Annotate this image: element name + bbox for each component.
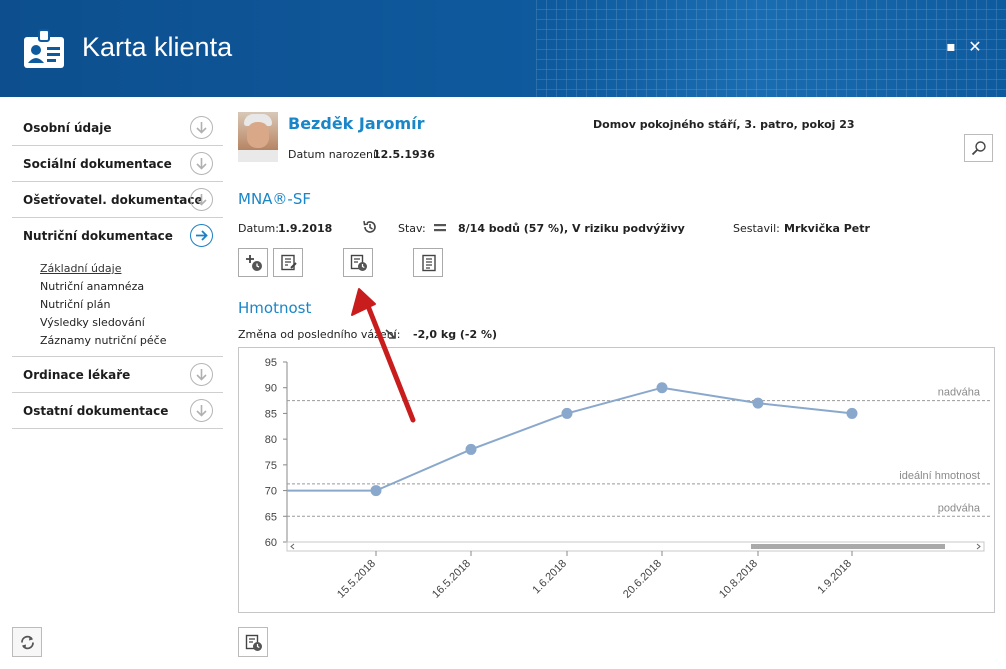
app-window: Karta klienta ▪ ✕ Osobní údaje Sociální … bbox=[0, 0, 1006, 669]
y-tick-label: 80 bbox=[265, 434, 277, 446]
weight-history-button[interactable] bbox=[238, 627, 268, 657]
history-record-button[interactable] bbox=[343, 248, 373, 277]
trend-down-icon bbox=[385, 329, 396, 339]
add-history-icon bbox=[246, 255, 262, 271]
close-button[interactable]: ✕ bbox=[968, 39, 982, 55]
sidebar-item-label: Ostatní dokumentace bbox=[23, 404, 169, 418]
weight-change-value: -2,0 kg (-2 %) bbox=[413, 328, 498, 341]
patient-location: Domov pokojného stáří, 3. patro, pokoj 2… bbox=[593, 118, 855, 131]
weight-chart-svg: 95 90 85 80 75 70 65 60 nadváha ideální hmotnost… bbox=[265, 357, 992, 601]
y-tick-label: 85 bbox=[265, 408, 277, 420]
x-tick-label: 15.5.2018 bbox=[335, 558, 378, 601]
weight-section-title: Hmotnost bbox=[238, 299, 312, 317]
arrow-down-circle-icon[interactable] bbox=[190, 363, 213, 386]
dob-label: Datum narození: bbox=[288, 148, 380, 161]
submenu-item-zakladni-udaje[interactable]: Základní údaje bbox=[40, 260, 223, 278]
sidebar-item-ostatni-dokumentace[interactable]: Ostatní dokumentace bbox=[12, 393, 223, 429]
submenu-item-nutricni-plan[interactable]: Nutriční plán bbox=[40, 296, 223, 314]
sidebar-item-label: Ošetřovatel. dokumentace bbox=[23, 193, 203, 207]
document-history-icon bbox=[245, 634, 262, 651]
nutrition-submenu: Základní údaje Nutriční anamnéza Nutričn… bbox=[12, 254, 223, 357]
x-tick-label: 1.9.2018 bbox=[815, 558, 854, 597]
mna-author-value: Mrkvička Petr bbox=[784, 222, 870, 235]
x-tick-label: 16.5.2018 bbox=[430, 558, 473, 601]
sidebar-item-label: Ordinace lékaře bbox=[23, 368, 131, 382]
sidebar-item-label: Nutriční dokumentace bbox=[23, 229, 173, 243]
y-tick-label: 95 bbox=[265, 357, 277, 369]
edit-document-icon bbox=[281, 254, 297, 271]
x-tick-label: 20.6.2018 bbox=[621, 558, 664, 601]
add-record-button[interactable] bbox=[238, 248, 268, 277]
sidebar-item-socialni-dokumentace[interactable]: Sociální dokumentace bbox=[12, 146, 223, 182]
mna-date-value: 1.9.2018 bbox=[278, 222, 333, 235]
search-icon bbox=[971, 141, 986, 156]
weight-chart: 95 90 85 80 75 70 65 60 nadváha ideální hmotnost… bbox=[238, 347, 995, 613]
reference-line-label: ideální hmotnost bbox=[899, 470, 980, 482]
arrow-down-circle-icon[interactable] bbox=[190, 152, 213, 175]
submenu-item-nutricni-anamneza[interactable]: Nutriční anamnéza bbox=[40, 278, 223, 296]
y-tick-label: 75 bbox=[265, 460, 277, 472]
maximize-button[interactable]: ▪ bbox=[944, 40, 958, 54]
mna-author-label: Sestavil: bbox=[733, 222, 780, 235]
dob-value: 12.5.1936 bbox=[373, 148, 435, 161]
edit-record-button[interactable] bbox=[273, 248, 303, 277]
patient-name: Bezděk Jaromír bbox=[288, 114, 425, 133]
sidebar-item-label: Osobní údaje bbox=[23, 121, 112, 135]
y-tick-label: 70 bbox=[265, 486, 277, 498]
chart-scrollbar-thumb bbox=[751, 544, 945, 549]
reference-line-label: nadváha bbox=[938, 387, 981, 399]
refresh-icon bbox=[21, 635, 34, 650]
sidebar-item-nutricni-dokumentace[interactable]: Nutriční dokumentace bbox=[12, 218, 223, 254]
mna-section-title: MNA®-SF bbox=[238, 190, 311, 208]
y-tick-label: 60 bbox=[265, 537, 277, 549]
x-tick-label: 1.6.2018 bbox=[530, 558, 569, 597]
weight-point bbox=[465, 443, 477, 455]
sidebar: Osobní údaje Sociální dokumentace Ošetřo… bbox=[12, 110, 223, 429]
search-button[interactable] bbox=[964, 134, 993, 162]
sidebar-item-label: Sociální dokumentace bbox=[23, 157, 172, 171]
window-title: Karta klienta bbox=[82, 32, 233, 62]
header-pattern bbox=[536, 0, 1006, 97]
sidebar-item-osobni-udaje[interactable]: Osobní údaje bbox=[12, 110, 223, 146]
y-tick-label: 65 bbox=[265, 511, 277, 523]
document-history-icon bbox=[350, 254, 367, 271]
reference-line-label: podváha bbox=[938, 502, 981, 514]
sidebar-item-osetrovatel-dokumentace[interactable]: Ošetřovatel. dokumentace bbox=[12, 182, 223, 218]
weight-point bbox=[656, 382, 668, 394]
arrow-down-circle-icon[interactable] bbox=[190, 399, 213, 422]
print-record-button[interactable] bbox=[413, 248, 443, 277]
mna-status-label: Stav: bbox=[398, 222, 426, 235]
weight-point bbox=[370, 485, 382, 497]
refresh-button[interactable] bbox=[12, 627, 42, 657]
weight-change-label: Změna od posledního vážení: bbox=[238, 328, 401, 341]
header-bar: Karta klienta ▪ ✕ bbox=[0, 0, 1006, 97]
weight-point bbox=[752, 397, 764, 409]
sidebar-item-ordinace-lekare[interactable]: Ordinace lékaře bbox=[12, 357, 223, 393]
weight-point bbox=[846, 407, 858, 419]
weight-series-line bbox=[287, 386, 853, 492]
mna-status-value: 8/14 bodů (57 %), V riziku podvýživy bbox=[458, 222, 685, 235]
history-icon[interactable] bbox=[362, 219, 378, 235]
arrow-down-circle-icon[interactable] bbox=[190, 116, 213, 139]
mna-date-label: Datum: bbox=[238, 222, 279, 235]
arrow-right-circle-icon[interactable] bbox=[190, 224, 213, 247]
submenu-item-zaznamy-nutricni-pece[interactable]: Záznamy nutriční péče bbox=[40, 332, 223, 350]
document-icon bbox=[422, 254, 436, 272]
patient-photo bbox=[238, 112, 278, 162]
equals-icon bbox=[434, 224, 446, 232]
y-tick-label: 90 bbox=[265, 383, 277, 395]
x-tick-label: 10.8.2018 bbox=[717, 558, 760, 601]
client-card-icon bbox=[24, 29, 64, 68]
submenu-item-vysledky-sledovani[interactable]: Výsledky sledování bbox=[40, 314, 223, 332]
weight-point bbox=[561, 407, 573, 419]
arrow-down-circle-icon[interactable] bbox=[190, 188, 213, 211]
